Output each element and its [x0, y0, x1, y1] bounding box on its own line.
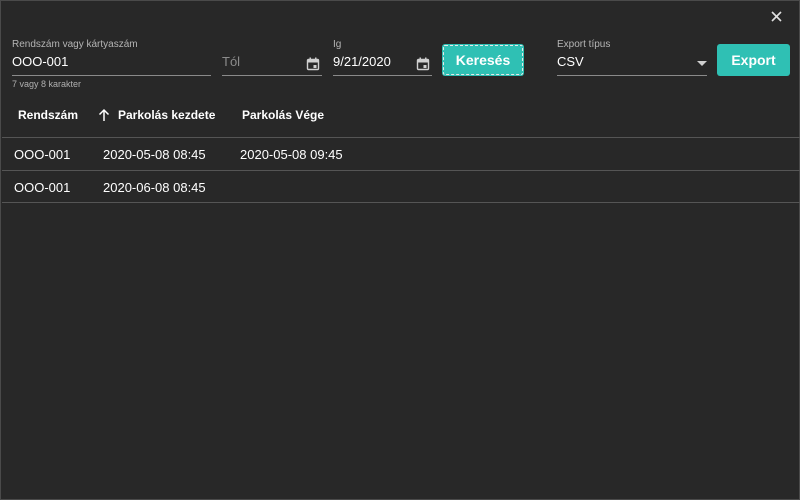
export-type-select[interactable]: Export típus CSV [557, 39, 707, 79]
arrow-up-icon[interactable] [98, 108, 110, 122]
to-date-underline [333, 75, 432, 76]
cell-parking-start: 2020-06-08 08:45 [103, 180, 206, 195]
cell-parking-end: 2020-05-08 09:45 [240, 147, 343, 162]
dropdown-arrow-icon[interactable] [697, 61, 707, 66]
search-button[interactable]: Keresés [442, 44, 524, 76]
from-date-field[interactable]: Tól [222, 39, 322, 79]
plate-field-label: Rendszám vagy kártyaszám [12, 39, 138, 50]
row-divider [2, 170, 800, 171]
column-header-parking-start[interactable]: Parkolás kezdete [118, 108, 215, 122]
export-button[interactable]: Export [717, 44, 790, 76]
from-date-input[interactable]: Tól [222, 54, 240, 69]
close-icon[interactable] [767, 7, 787, 27]
export-type-underline [557, 75, 707, 76]
header-divider [2, 137, 800, 138]
export-type-value[interactable]: CSV [557, 54, 584, 69]
report-dialog: Rendszám vagy kártyaszám OOO-001 7 vagy … [0, 0, 800, 500]
plate-input[interactable]: OOO-001 [12, 54, 68, 69]
row-divider [2, 202, 800, 203]
cell-plate: OOO-001 [14, 180, 71, 195]
cell-parking-start: 2020-05-08 08:45 [103, 147, 206, 162]
plate-field[interactable]: Rendszám vagy kártyaszám OOO-001 7 vagy … [12, 39, 211, 94]
to-date-field[interactable]: Ig 9/21/2020 [333, 39, 432, 79]
cell-plate: OOO-001 [14, 147, 71, 162]
column-header-plate[interactable]: Rendszám [18, 108, 78, 122]
plate-hint: 7 vagy 8 karakter [12, 79, 82, 89]
to-date-label: Ig [333, 39, 342, 50]
calendar-icon[interactable] [416, 57, 430, 71]
plate-underline [12, 75, 211, 76]
column-header-parking-end[interactable]: Parkolás Vége [242, 108, 324, 122]
export-type-label: Export típus [557, 39, 611, 50]
calendar-icon[interactable] [306, 57, 320, 71]
to-date-input[interactable]: 9/21/2020 [333, 54, 391, 69]
from-date-underline [222, 75, 322, 76]
